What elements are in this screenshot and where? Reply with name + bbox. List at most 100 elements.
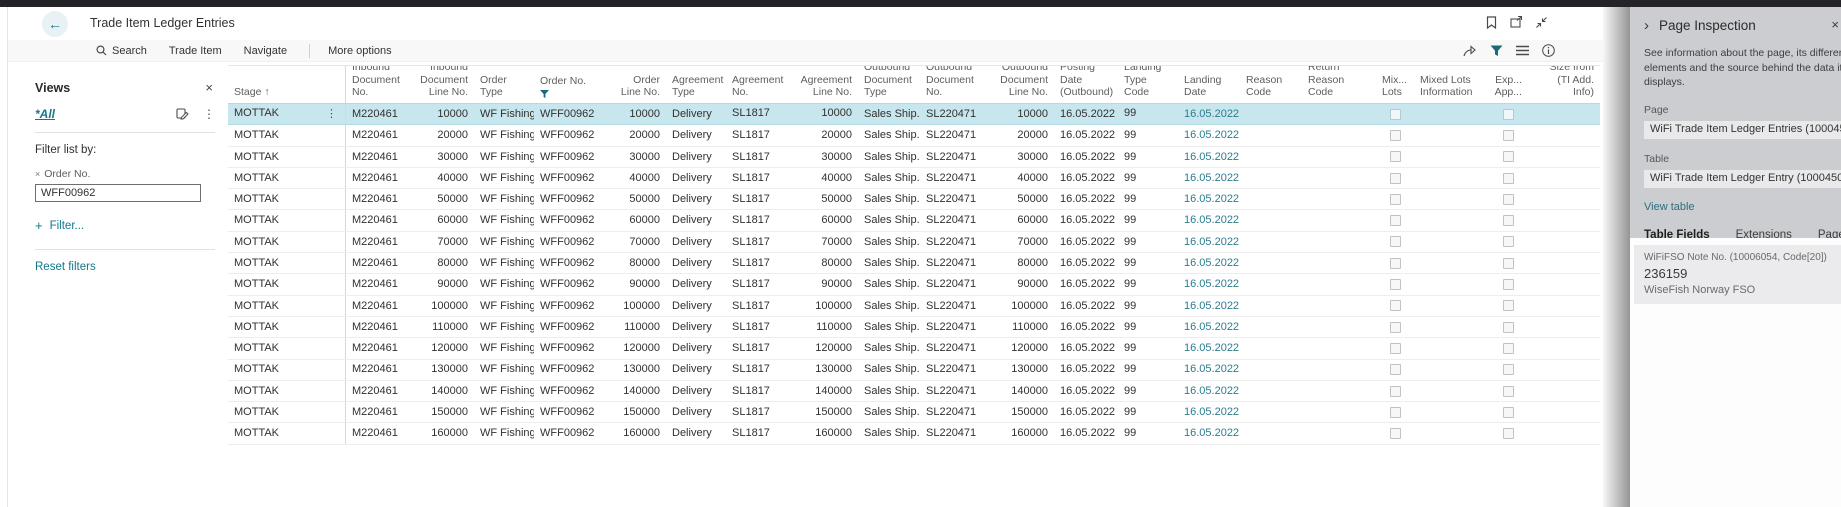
cell-stage[interactable]: MOTTAK <box>228 147 346 167</box>
cell-size-from-ti-add-info[interactable] <box>1528 125 1600 145</box>
views-close-icon[interactable]: × <box>205 80 215 95</box>
cell-mix-lots[interactable] <box>1376 210 1414 230</box>
table-row[interactable]: MOTTAK⋮M22046110000WF Fishing ...WFF0096… <box>228 104 1600 125</box>
trade-item-menu[interactable]: Trade Item <box>169 45 222 57</box>
cell-mixed-lots-information[interactable] <box>1414 210 1488 230</box>
cell-landing-date[interactable]: 16.05.2022 <box>1178 423 1240 443</box>
cell-inbound-document-no[interactable]: M220461 <box>346 147 418 167</box>
col-header-outbound-document-type[interactable]: Outbound Document Type <box>858 66 920 103</box>
cell-mixed-lots-information[interactable] <box>1414 125 1488 145</box>
cell-return-reason-code[interactable] <box>1302 317 1376 337</box>
cell-outbound-document-no[interactable]: SL220471 <box>920 296 986 316</box>
cell-landing-type-code[interactable]: 99 <box>1118 189 1178 209</box>
exp-app-checkbox[interactable] <box>1503 215 1514 226</box>
cell-reason-code[interactable] <box>1240 147 1302 167</box>
cell-agreement-no[interactable]: SL1817 <box>726 210 790 230</box>
table-row[interactable]: MOTTAKM22046180000WF Fishing ...WFF00962… <box>228 253 1600 274</box>
cell-outbound-document-type[interactable]: Sales Ship... <box>858 253 920 273</box>
cell-inbound-document-line-no[interactable]: 140000 <box>418 381 474 401</box>
cell-order-type[interactable]: WF Fishing ... <box>474 423 534 443</box>
col-header-landing-type-code[interactable]: Landing Type Code <box>1118 66 1178 103</box>
cell-return-reason-code[interactable] <box>1302 296 1376 316</box>
table-row[interactable]: MOTTAKM22046130000WF Fishing ...WFF00962… <box>228 147 1600 168</box>
cell-inbound-document-no[interactable]: M220461 <box>346 232 418 252</box>
cell-landing-type-code[interactable]: 99 <box>1118 381 1178 401</box>
cell-inbound-document-no[interactable]: M220461 <box>346 125 418 145</box>
col-header-reason-code[interactable]: Reason Code <box>1240 66 1302 103</box>
search-command[interactable]: Search <box>96 45 147 57</box>
cell-inbound-document-line-no[interactable]: 160000 <box>418 423 474 443</box>
table-row[interactable]: MOTTAKM220461100000WF Fishing ...WFF0096… <box>228 296 1600 317</box>
cell-mix-lots[interactable] <box>1376 232 1414 252</box>
cell-posting-date-outbound[interactable]: 16.05.2022 <box>1054 296 1118 316</box>
cell-outbound-document-type[interactable]: Sales Ship... <box>858 381 920 401</box>
cell-agreement-line-no[interactable]: 20000 <box>790 125 858 145</box>
cell-inbound-document-no[interactable]: M220461 <box>346 296 418 316</box>
cell-landing-type-code[interactable]: 99 <box>1118 232 1178 252</box>
cell-posting-date-outbound[interactable]: 16.05.2022 <box>1054 125 1118 145</box>
cell-agreement-type[interactable]: Delivery <box>666 147 726 167</box>
cell-inbound-document-no[interactable]: M220461 <box>346 338 418 358</box>
cell-outbound-document-type[interactable]: Sales Ship... <box>858 147 920 167</box>
cell-mix-lots[interactable] <box>1376 189 1414 209</box>
cell-agreement-line-no[interactable]: 10000 <box>790 104 858 124</box>
cell-reason-code[interactable] <box>1240 381 1302 401</box>
cell-outbound-document-type[interactable]: Sales Ship... <box>858 210 920 230</box>
cell-stage[interactable]: MOTTAK <box>228 253 346 273</box>
cell-posting-date-outbound[interactable]: 16.05.2022 <box>1054 274 1118 294</box>
cell-exp-app[interactable] <box>1488 360 1528 380</box>
cell-agreement-type[interactable]: Delivery <box>666 402 726 422</box>
table-row[interactable]: MOTTAKM22046150000WF Fishing ...WFF00962… <box>228 189 1600 210</box>
cell-landing-type-code[interactable]: 99 <box>1118 210 1178 230</box>
cell-agreement-no[interactable]: SL1817 <box>726 381 790 401</box>
cell-order-line-no[interactable]: 40000 <box>606 168 666 188</box>
cell-inbound-document-no[interactable]: M220461 <box>346 381 418 401</box>
cell-agreement-type[interactable]: Delivery <box>666 338 726 358</box>
cell-order-line-no[interactable]: 50000 <box>606 189 666 209</box>
cell-landing-type-code[interactable]: 99 <box>1118 274 1178 294</box>
cell-agreement-line-no[interactable]: 50000 <box>790 189 858 209</box>
exp-app-checkbox[interactable] <box>1503 151 1514 162</box>
cell-outbound-document-type[interactable]: Sales Ship... <box>858 360 920 380</box>
cell-outbound-document-type[interactable]: Sales Ship... <box>858 296 920 316</box>
cell-inbound-document-line-no[interactable]: 40000 <box>418 168 474 188</box>
cell-landing-type-code[interactable]: 99 <box>1118 104 1178 124</box>
cell-outbound-document-line-no[interactable]: 10000 <box>986 104 1054 124</box>
cell-order-type[interactable]: WF Fishing ... <box>474 210 534 230</box>
cell-stage[interactable]: MOTTAK <box>228 317 346 337</box>
table-row[interactable]: MOTTAKM22046190000WF Fishing ...WFF00962… <box>228 274 1600 295</box>
col-header-return-reason-code[interactable]: Return Reason Code <box>1302 66 1376 103</box>
cell-outbound-document-no[interactable]: SL220471 <box>920 147 986 167</box>
cell-order-no[interactable]: WFF00962 <box>534 125 606 145</box>
cell-landing-type-code[interactable]: 99 <box>1118 168 1178 188</box>
exp-app-checkbox[interactable] <box>1503 343 1514 354</box>
cell-return-reason-code[interactable] <box>1302 210 1376 230</box>
cell-order-line-no[interactable]: 110000 <box>606 317 666 337</box>
cell-order-type[interactable]: WF Fishing ... <box>474 232 534 252</box>
cell-order-type[interactable]: WF Fishing ... <box>474 296 534 316</box>
tab-table-fields[interactable]: Table Fields <box>1644 229 1710 238</box>
cell-inbound-document-line-no[interactable]: 100000 <box>418 296 474 316</box>
cell-landing-type-code[interactable]: 99 <box>1118 423 1178 443</box>
cell-order-no[interactable]: WFF00962 <box>534 189 606 209</box>
cell-landing-type-code[interactable]: 99 <box>1118 125 1178 145</box>
mix-lots-checkbox[interactable] <box>1390 258 1401 269</box>
cell-agreement-no[interactable]: SL1817 <box>726 423 790 443</box>
cell-exp-app[interactable] <box>1488 147 1528 167</box>
cell-agreement-type[interactable]: Delivery <box>666 381 726 401</box>
cell-order-no[interactable]: WFF00962 <box>534 210 606 230</box>
cell-mix-lots[interactable] <box>1376 253 1414 273</box>
exp-app-checkbox[interactable] <box>1503 109 1514 120</box>
cell-agreement-no[interactable]: SL1817 <box>726 296 790 316</box>
cell-exp-app[interactable] <box>1488 402 1528 422</box>
cell-inbound-document-no[interactable]: M220461 <box>346 189 418 209</box>
cell-mixed-lots-information[interactable] <box>1414 360 1488 380</box>
cell-reason-code[interactable] <box>1240 253 1302 273</box>
cell-mixed-lots-information[interactable] <box>1414 338 1488 358</box>
cell-order-type[interactable]: WF Fishing ... <box>474 402 534 422</box>
cell-mixed-lots-information[interactable] <box>1414 189 1488 209</box>
cell-exp-app[interactable] <box>1488 274 1528 294</box>
exp-app-checkbox[interactable] <box>1503 428 1514 439</box>
col-header-stage[interactable]: Stage ↑ <box>228 66 346 103</box>
cell-outbound-document-line-no[interactable]: 40000 <box>986 168 1054 188</box>
